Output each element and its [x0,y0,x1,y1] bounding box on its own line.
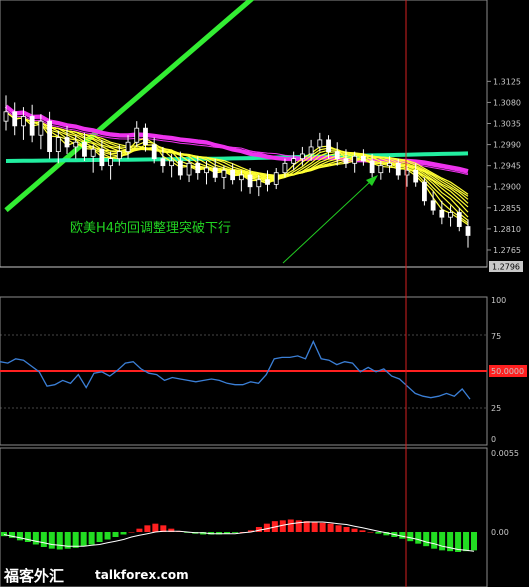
macd-bar [48,532,55,549]
watermark: 福客外汇 talkforex.com [3,567,189,585]
price-tick-label: 1.2810 [493,225,521,234]
macd-bar [463,532,470,552]
candle [108,151,114,180]
rsi-tick-label: 75 [491,332,501,341]
rsi-tick-label: 25 [491,404,501,413]
macd-bar [144,525,151,532]
candle [291,151,297,171]
macd-bar [343,527,350,532]
moving-average-lines [4,0,469,226]
macd-bar [80,532,87,547]
price-tick-label: 1.3080 [493,98,521,107]
price-tick-label: 1.2990 [493,141,521,150]
macd-tick-zero: 0.00 [491,528,509,537]
macd-bar [40,532,47,547]
macd-bar [128,532,135,533]
macd-bar [311,522,318,532]
macd-bar [471,532,477,551]
current-price-label: 1.2796 [492,263,520,272]
macd-bar [423,532,430,547]
candle [317,132,323,152]
candle [334,142,340,166]
macd-bar [351,528,358,532]
macd-bar [319,522,326,532]
macd-bar [96,532,103,542]
candle [273,168,279,190]
rsi-panel: 100 75 25 0 50.0000 [0,296,527,444]
chart-annotation: 欧美H4的回调整理突破下行 [70,220,231,236]
macd-bar [32,532,39,545]
macd-bar [16,532,23,541]
macd-bar [375,532,382,534]
macd-bar [415,532,422,544]
price-tick-label: 1.3125 [493,77,521,86]
macd-bar [407,532,414,542]
macd-bar [56,532,63,550]
rsi-tick-label: 0 [491,435,496,444]
watermark-brand-cn: 福客外汇 [3,567,64,585]
macd-bar [327,523,334,532]
candle [265,170,270,192]
macd-bar [431,532,438,549]
forex-chart: 1.3125 1.3080 1.3035 1.2990 1.2945 1.2900 1.28… [0,0,527,587]
rsi-tick-label: 100 [491,296,506,305]
macd-bar [287,519,294,532]
price-tick-label: 1.2765 [493,246,521,255]
macd-bar [1,532,7,537]
macd-bar [88,532,95,545]
macd-bar [104,532,111,540]
macd-panel: 0.0055 0.00 [1,449,519,552]
price-tick-label: 1.2900 [493,183,521,192]
macd-tick-top: 0.0055 [491,449,519,458]
candle [3,95,9,131]
macd-bar [359,530,366,532]
watermark-domain: talkforex.com [95,568,189,582]
macd-bar [120,532,127,535]
candle [29,104,35,143]
candle [12,102,18,136]
price-tick-label: 1.2855 [493,204,521,213]
candle [422,177,427,206]
macd-bar [24,532,31,542]
price-axis-ticks: 1.3125 1.3080 1.3035 1.2990 1.2945 1.2900 1.28… [487,77,521,255]
macd-bar [72,532,79,548]
macd-bar [335,525,342,532]
macd-bar [303,521,310,532]
macd-bar [136,528,143,532]
macd-bar [232,532,239,533]
macd-bar [439,532,446,551]
price-tick-label: 1.3035 [493,120,521,129]
price-tick-label: 1.2945 [493,162,521,171]
macd-bar [367,532,374,533]
candle [360,149,366,166]
price-panel: 1.3125 1.3080 1.3035 1.2990 1.2945 1.2900 1.28… [0,0,523,272]
rsi-level-label: 50.0000 [491,367,524,376]
macd-bar [152,523,159,532]
breakout-arrow [282,175,378,264]
macd-bar [112,532,119,537]
panel-frames [0,0,488,587]
